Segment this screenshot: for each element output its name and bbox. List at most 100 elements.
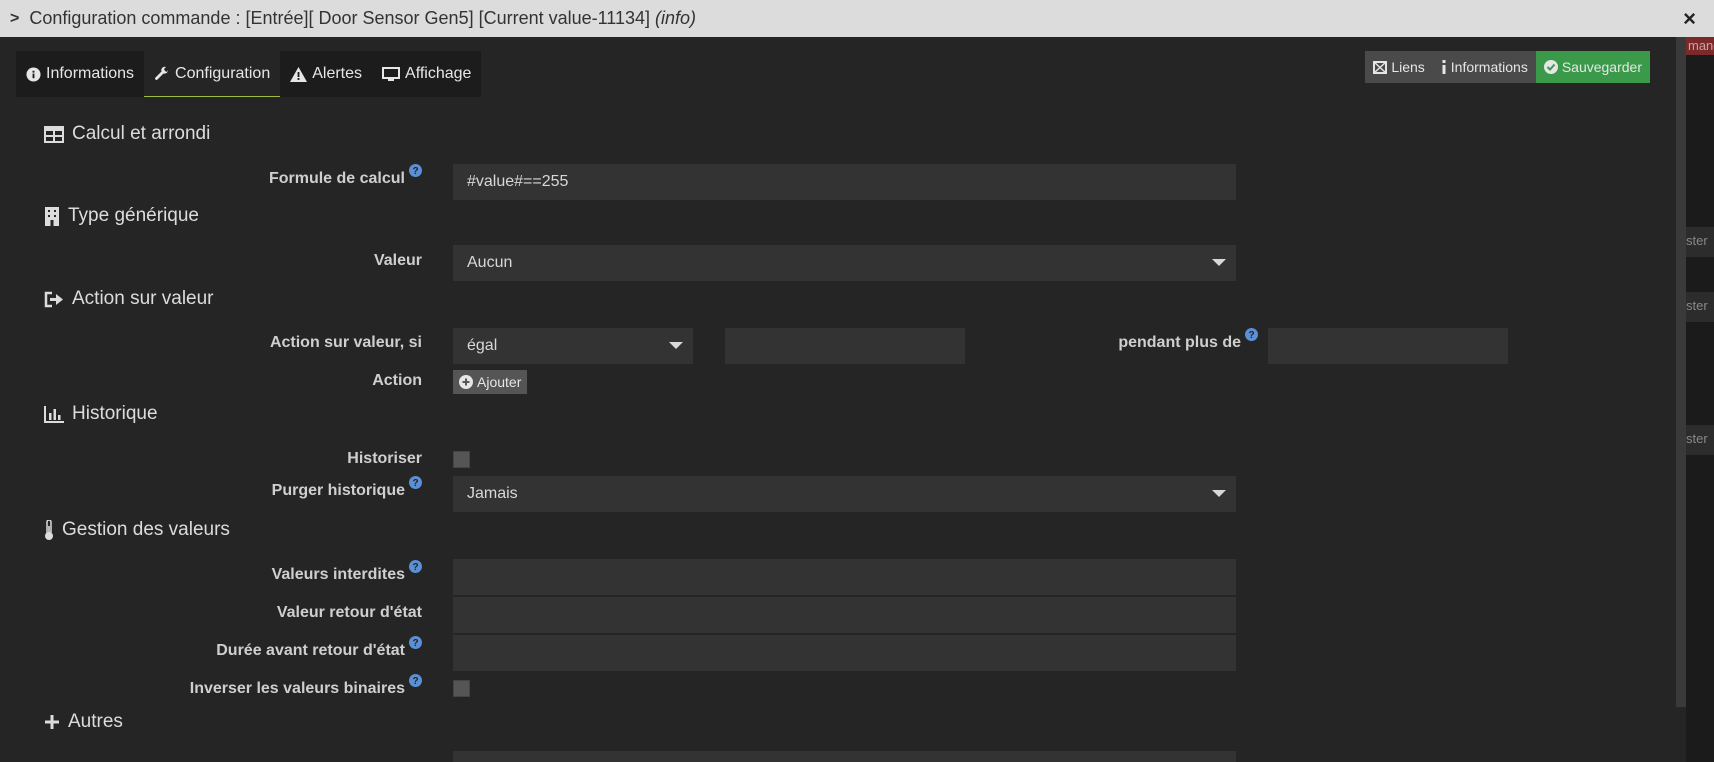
svg-text:?: ?	[412, 166, 418, 177]
wrench-icon	[155, 66, 169, 80]
section-title: Gestion des valeurs	[62, 519, 230, 540]
background-row: ster	[1686, 292, 1714, 322]
toolbar: Liens Informations Sauvegarder	[1365, 51, 1650, 83]
background-row-text: ster	[1686, 298, 1708, 313]
tab-alertes[interactable]: Alertes	[280, 51, 372, 97]
tab-informations[interactable]: Informations	[16, 51, 144, 97]
return-input[interactable]	[453, 597, 1236, 633]
action-if-label-text: Action sur valeur, si	[269, 334, 422, 351]
background-row: ster	[1686, 227, 1714, 257]
action-compare-input[interactable]	[725, 328, 965, 364]
section-generic: Type générique	[44, 205, 199, 227]
section-values: Gestion des valeurs	[44, 519, 230, 541]
duration-label-text: Durée avant retour d'état	[216, 642, 405, 659]
action-if-select[interactable]: égal	[453, 328, 693, 364]
action-if-value: égal	[467, 337, 498, 354]
thermometer-icon	[45, 520, 53, 540]
section-title: Historique	[72, 403, 158, 424]
formula-label: Formule de calcul ?	[268, 164, 422, 188]
add-action-button[interactable]: Ajouter	[453, 370, 528, 394]
help-icon[interactable]: ?	[409, 476, 422, 489]
action-if-label: Action sur valeur, si	[270, 334, 422, 352]
svg-text:?: ?	[412, 638, 418, 649]
formula-input[interactable]: #value#==255	[453, 164, 1236, 200]
historiser-label-text: Historiser	[347, 450, 422, 467]
help-icon[interactable]: ?	[409, 674, 422, 687]
tab-affichage[interactable]: Affichage	[372, 51, 481, 97]
return-label: Valeur retour d'état	[277, 604, 422, 622]
svg-text:?: ?	[412, 478, 418, 489]
chevron-down-icon	[669, 342, 683, 349]
svg-text:?: ?	[412, 676, 418, 687]
background-row-text: ster	[1686, 431, 1708, 446]
pendant-label-text: pendant plus de	[1118, 334, 1241, 351]
add-label: Ajouter	[477, 374, 522, 390]
invert-label: Inverser les valeurs binaires ?	[189, 674, 422, 698]
pendant-label: pendant plus de ?	[1118, 328, 1258, 352]
section-calc: Calcul et arrondi	[44, 123, 210, 145]
background-row-text: ster	[1686, 233, 1708, 248]
tab-label: Alertes	[312, 65, 363, 82]
pendant-input[interactable]	[1268, 328, 1508, 364]
purge-label-text: Purger historique	[271, 482, 405, 499]
valeur-label-text: Valeur	[373, 252, 422, 269]
return-label-text: Valeur retour d'état	[276, 604, 422, 621]
informations-label: Informations	[1450, 59, 1528, 75]
save-button[interactable]: Sauvegarder	[1535, 51, 1650, 83]
plus-circle-icon	[459, 375, 473, 389]
section-title: Calcul et arrondi	[72, 123, 211, 144]
chevron-down-icon	[1212, 259, 1226, 266]
section-action: Action sur valeur	[44, 288, 214, 310]
modal-titlebar: > Configuration commande : [Entrée][ Doo…	[0, 0, 1714, 37]
links-button[interactable]: Liens	[1365, 51, 1433, 83]
save-label: Sauvegarder	[1561, 59, 1642, 75]
tab-label: Informations	[46, 65, 135, 82]
help-icon[interactable]: ?	[409, 636, 422, 649]
table-icon	[44, 125, 64, 143]
chevron-down-icon	[1212, 490, 1226, 497]
section-other: Autres	[44, 711, 123, 733]
section-title: Type générique	[68, 205, 199, 226]
invert-label-text: Inverser les valeurs binaires	[189, 680, 405, 697]
background-row: ster	[1686, 425, 1714, 455]
svg-text:?: ?	[412, 562, 418, 573]
chart-icon	[44, 405, 64, 423]
tab-configuration[interactable]: Configuration	[144, 51, 281, 97]
sign-out-icon	[44, 291, 63, 307]
valeur-select[interactable]: Aucun	[453, 245, 1236, 281]
purge-label: Purger historique ?	[271, 476, 422, 500]
check-circle-icon	[1543, 60, 1558, 74]
purge-select[interactable]: Jamais	[453, 476, 1236, 512]
duration-label: Durée avant retour d'état ?	[216, 636, 422, 660]
chevron-right-icon[interactable]: >	[10, 10, 19, 28]
partial-input[interactable]	[453, 751, 1236, 762]
informations-button[interactable]: Informations	[1432, 51, 1536, 83]
monitor-icon	[382, 66, 401, 81]
formula-label-text: Formule de calcul	[268, 170, 405, 187]
purge-value: Jamais	[467, 485, 518, 502]
modal-title: Configuration commande : [Entrée][ Door …	[29, 8, 651, 28]
info-circle-icon	[26, 66, 41, 82]
help-icon[interactable]: ?	[409, 560, 422, 573]
section-title: Autres	[68, 711, 123, 732]
forbidden-label: Valeurs interdites ?	[272, 560, 422, 584]
historiser-label: Historiser	[347, 450, 422, 468]
forbidden-input[interactable]	[453, 559, 1236, 595]
scrollbar[interactable]	[1676, 37, 1686, 707]
section-history: Historique	[44, 403, 158, 425]
help-icon[interactable]: ?	[409, 164, 422, 177]
info-icon	[1442, 60, 1446, 74]
valeur-value: Aucun	[467, 254, 513, 271]
help-icon[interactable]: ?	[1245, 328, 1258, 341]
close-icon[interactable]: ×	[1683, 6, 1696, 32]
historiser-checkbox[interactable]	[453, 451, 470, 468]
section-title: Action sur valeur	[72, 288, 214, 309]
svg-text:?: ?	[1248, 330, 1254, 341]
links-label: Liens	[1391, 59, 1425, 75]
invert-checkbox[interactable]	[453, 680, 470, 697]
formula-value: #value#==255	[467, 173, 569, 190]
duration-input[interactable]	[453, 635, 1236, 671]
background-red-label: mand	[1686, 37, 1714, 55]
tab-label: Configuration	[175, 64, 271, 82]
action-label-text: Action	[372, 372, 422, 389]
